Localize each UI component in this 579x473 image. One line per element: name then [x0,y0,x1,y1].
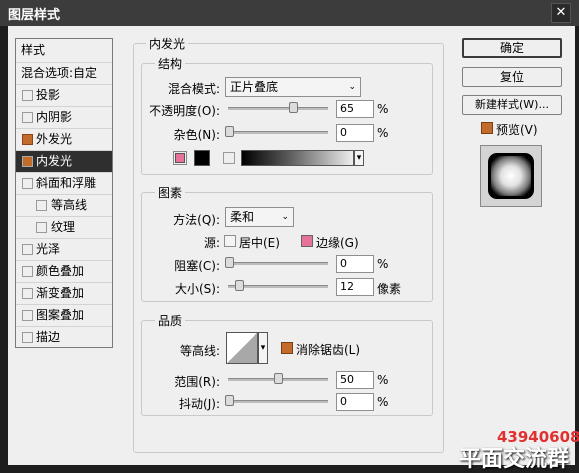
size-slider-thumb[interactable] [235,280,244,291]
style-item-stroke[interactable]: 描边 [16,327,112,349]
center-label: 居中(E) [239,236,280,250]
style-checkbox[interactable] [36,200,47,211]
close-icon: ✕ [555,5,567,20]
glow-color-swatch[interactable] [175,153,185,163]
style-item-texture[interactable]: 纹理 [16,217,112,239]
second-color-swatch[interactable] [194,150,210,166]
choke-slider-track[interactable] [228,262,328,265]
size-unit: 像素 [377,282,402,296]
style-item-contour[interactable]: 等高线 [16,195,112,217]
noise-input[interactable]: 0 [336,124,374,142]
source-label: 源: [203,236,220,250]
gradient-dropdown-icon[interactable]: ▾ [354,150,364,166]
gradient-swatch[interactable] [241,150,354,166]
style-checkbox[interactable] [22,90,33,101]
jitter-slider-thumb[interactable] [225,395,234,406]
size-input[interactable]: 12 [336,278,374,296]
styles-list: 样式 混合选项:自定 投影 内阴影 外发光 内发光 斜面和浮雕 等高线 纹理 光… [15,38,113,348]
title-bar [0,0,579,26]
close-button[interactable]: ✕ [551,3,571,23]
choke-label: 阻塞(C): [174,259,220,273]
style-checkbox[interactable] [22,178,33,189]
style-item-pattern-overlay[interactable]: 图案叠加 [16,305,112,327]
opacity-label: 不透明度(O): [149,104,220,118]
elements-title: 图素 [155,184,186,201]
preview-thumbnail [488,153,534,199]
preview-checkbox[interactable] [481,122,493,134]
style-item-satin[interactable]: 光泽 [16,239,112,261]
noise-label: 杂色(N): [173,128,220,142]
contour-preview[interactable] [226,332,258,364]
blend-mode-label: 混合模式: [167,82,220,96]
style-item-color-overlay[interactable]: 颜色叠加 [16,261,112,283]
noise-unit: % [377,126,389,140]
anti-alias-checkbox[interactable] [281,342,293,354]
range-input[interactable]: 50 [336,371,374,389]
style-checkbox[interactable] [22,266,33,277]
opacity-unit: % [377,102,389,116]
structure-title: 结构 [155,55,186,72]
choke-input[interactable]: 0 [336,255,374,273]
range-label: 范围(R): [174,375,220,389]
style-checkbox[interactable] [22,134,33,145]
center-radio[interactable] [224,235,236,247]
chevron-down-icon: ⌄ [281,212,289,222]
style-checkbox[interactable] [22,288,33,299]
style-item-bevel-emboss[interactable]: 斜面和浮雕 [16,173,112,195]
jitter-slider-track[interactable] [228,400,328,403]
style-item-outer-glow[interactable]: 外发光 [16,129,112,151]
opacity-slider-track[interactable] [228,107,328,110]
preview-box [480,145,542,207]
style-checkbox[interactable] [22,332,33,343]
range-unit: % [377,373,389,387]
style-checkbox[interactable] [22,112,33,123]
style-checkbox[interactable] [36,222,47,233]
jitter-label: 抖动(J): [179,397,220,411]
styles-header[interactable]: 样式 [16,39,112,63]
new-style-button[interactable]: 新建样式(W)... [462,95,562,115]
gradient-radio[interactable] [223,152,235,164]
chevron-down-icon: ⌄ [348,82,356,92]
jitter-unit: % [377,395,389,409]
preview-label: 预览(V) [496,123,538,137]
style-checkbox[interactable] [22,156,33,167]
opacity-slider-thumb[interactable] [289,102,298,113]
technique-select[interactable]: 柔和 ⌄ [225,207,294,227]
style-item-inner-shadow[interactable]: 内阴影 [16,107,112,129]
jitter-input[interactable]: 0 [336,393,374,411]
technique-label: 方法(Q): [173,213,220,227]
watermark-text: 平面交流群 [459,447,570,472]
opacity-input[interactable]: 65 [336,100,374,118]
anti-alias-label: 消除锯齿(L) [296,343,361,357]
edge-radio[interactable] [301,235,313,247]
contour-label: 等高线: [179,344,220,358]
blend-mode-select[interactable]: 正片叠底 ⌄ [225,77,361,97]
style-item-gradient-overlay[interactable]: 渐变叠加 [16,283,112,305]
contour-dropdown-icon[interactable]: ▾ [258,332,268,364]
reset-button[interactable]: 复位 [462,67,562,87]
noise-slider-thumb[interactable] [225,126,234,137]
quality-title: 品质 [155,312,186,329]
noise-slider-track[interactable] [228,131,328,134]
style-checkbox[interactable] [22,310,33,321]
blending-options-item[interactable]: 混合选项:自定 [16,63,112,85]
style-item-drop-shadow[interactable]: 投影 [16,85,112,107]
choke-slider-thumb[interactable] [225,257,234,268]
ok-button[interactable]: 确定 [462,38,562,58]
window-title: 图层样式 [8,8,61,23]
edge-label: 边缘(G) [316,236,359,250]
style-checkbox[interactable] [22,244,33,255]
inner-glow-title: 内发光 [146,35,189,52]
style-item-inner-glow[interactable]: 内发光 [16,151,112,173]
range-slider-thumb[interactable] [274,373,283,384]
size-label: 大小(S): [174,282,220,296]
choke-unit: % [377,257,389,271]
